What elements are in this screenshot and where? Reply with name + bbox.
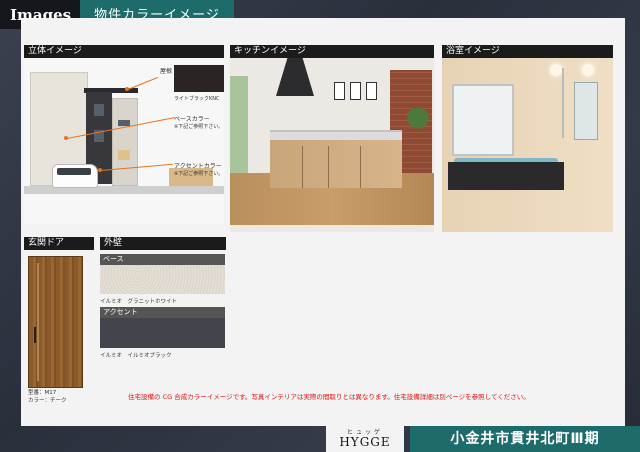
door-label: 玄関ドア	[24, 237, 94, 250]
accent-callout: アクセントカラー	[174, 163, 222, 170]
brand-logo: ヒュッゲ HYGGE	[326, 426, 404, 452]
ceiling-light	[582, 64, 594, 76]
base-note: ※下記ご参照下さい。	[174, 124, 224, 130]
project-title: 小金井市貫井北町Ⅲ期	[410, 426, 640, 452]
ceiling-light	[550, 64, 562, 76]
base-callout: ベースカラー	[174, 116, 210, 123]
bathtub	[448, 162, 564, 190]
cabinet-divider	[328, 146, 329, 188]
door-glass-strip	[37, 263, 39, 381]
entrance-door	[28, 256, 83, 388]
bath-image	[442, 58, 613, 232]
page: Images 物件カラーイメージ 立体イメージ 屋根 ライトブラックKNC ベー…	[0, 0, 640, 452]
exterior-label: 立体イメージ	[24, 45, 224, 58]
door-color: カラー：チーク	[28, 398, 67, 404]
building-accent-section	[112, 98, 138, 186]
bath-label: 浴室イメージ	[442, 45, 613, 58]
door-model: 型番：M17	[28, 390, 57, 396]
exterior-image: 屋根 ライトブラックKNC ベースカラー ※下記ご参照下さい。 アクセントカラー…	[24, 58, 224, 224]
kitchen-window	[230, 76, 248, 181]
car-window	[57, 168, 91, 175]
wall-accent-label: アクセント	[100, 307, 225, 318]
picture-frame	[334, 82, 345, 100]
picture-frame	[366, 82, 377, 100]
roof-color-swatch	[174, 65, 224, 92]
door-handle	[34, 327, 36, 343]
wall-base-label: ベース	[100, 254, 225, 265]
roof-callout: 屋根	[160, 68, 173, 75]
cabinet-divider	[360, 146, 361, 188]
plant	[406, 98, 430, 138]
wall-base-swatch	[100, 265, 225, 294]
roof-leader-line	[127, 77, 158, 90]
cabinet-divider	[302, 146, 303, 188]
wall-accent-swatch	[100, 318, 225, 348]
wall-label: 外壁	[100, 237, 226, 250]
car	[52, 164, 98, 188]
wall-base-caption: イルミオ グラニットホワイト	[100, 299, 178, 305]
picture-frame	[350, 82, 361, 100]
shower-rail	[562, 68, 564, 138]
brand-name: HYGGE	[339, 435, 391, 449]
kitchen-cabinets	[270, 140, 402, 188]
kitchen-label: キッチンイメージ	[230, 45, 434, 58]
disclaimer-note: 住宅設備の CG 合成カラーイメージです。写真インテリアは実際の間取りとは異なり…	[128, 393, 530, 401]
window	[94, 104, 104, 116]
accent-note: ※下記ご参照下さい。	[174, 171, 224, 177]
bath-window	[452, 84, 514, 156]
kitchen-image	[230, 58, 434, 232]
entrance-light	[118, 150, 130, 160]
bath-mirror	[574, 82, 598, 140]
roof-color-name: ライトブラックKNC	[174, 96, 220, 102]
wall-accent-caption: イルミオ イルミオブラック	[100, 353, 172, 359]
